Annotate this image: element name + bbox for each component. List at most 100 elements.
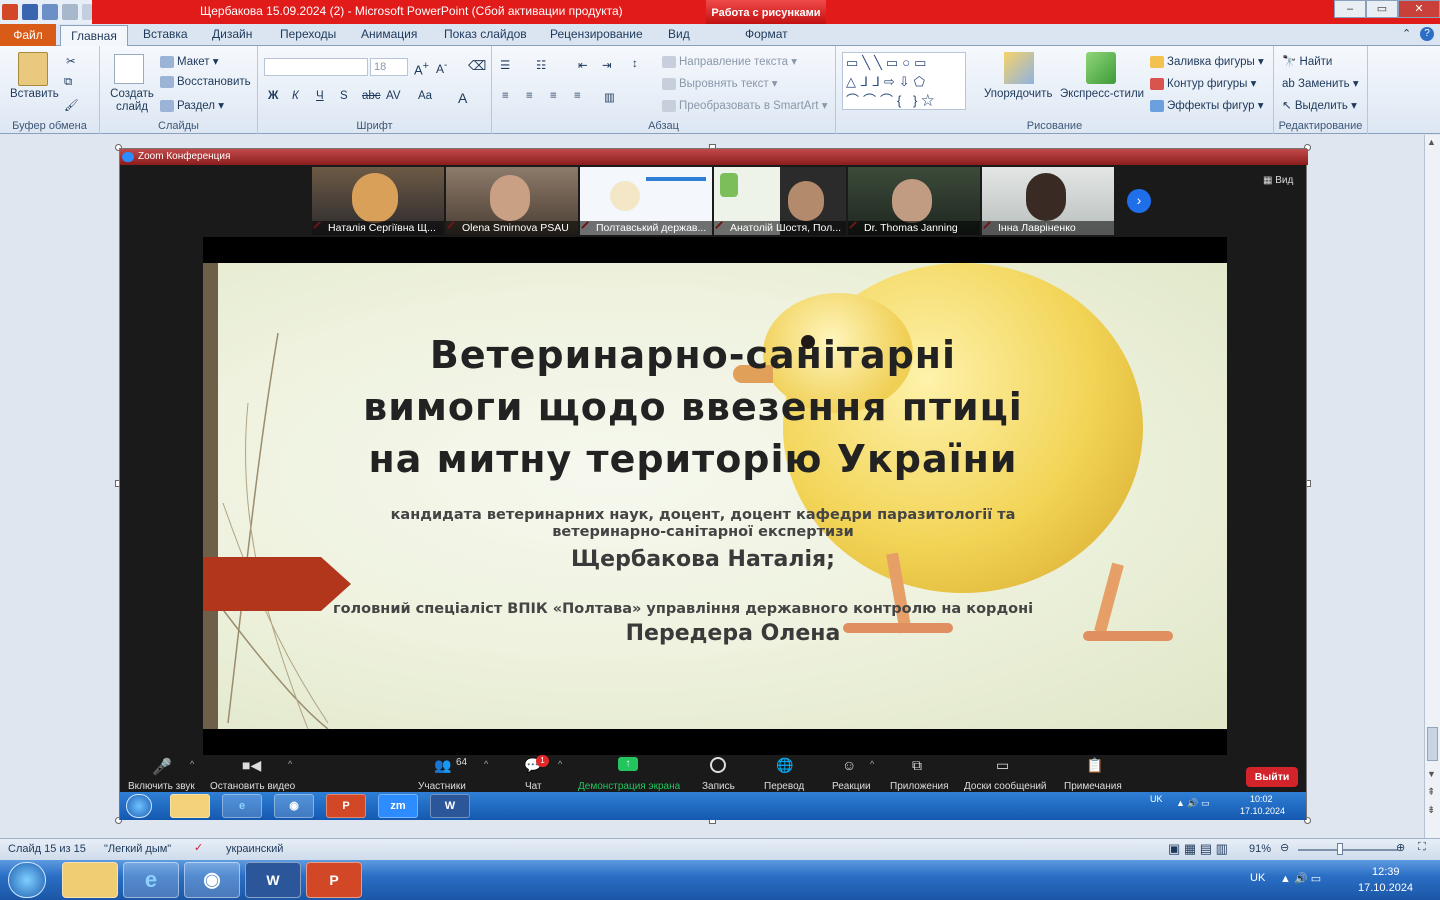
font-size-select[interactable]: 18 (370, 58, 408, 76)
columns-icon[interactable]: ▥ (604, 90, 615, 104)
tab-view[interactable]: Вид (668, 27, 690, 41)
zoom-slider[interactable] (1298, 849, 1398, 851)
participant-tile[interactable]: Полтавський держав... (580, 167, 712, 235)
participant-tile[interactable]: Olena Smirnova PSAU (446, 167, 578, 235)
arrange-button[interactable]: Упорядочить (984, 88, 1052, 100)
shapes-gallery[interactable]: ▭╲╲▭○▭ △ᒧᒧ⇨⇩⬠ ⌒⌒⌒{ }☆ (842, 52, 966, 110)
zoom-in-icon[interactable]: ⊕ (1396, 841, 1405, 854)
apps-icon[interactable]: ⧉ (912, 757, 930, 773)
start-orb-icon[interactable] (126, 794, 152, 818)
translate-globe-icon[interactable]: 🌐 (776, 757, 794, 773)
align-center-icon[interactable]: ≡ (526, 90, 533, 102)
prev-slide-icon[interactable]: ⇞ (1427, 787, 1435, 798)
chat-options-icon[interactable]: ^ (558, 759, 562, 769)
quick-styles-button[interactable]: Экспресс-стили (1060, 88, 1144, 100)
tab-home[interactable]: Главная (60, 25, 128, 47)
internet-explorer-icon[interactable]: e (123, 862, 179, 898)
minimize-button[interactable]: – (1334, 0, 1366, 18)
chrome-icon[interactable]: ◉ (274, 794, 314, 818)
view-button[interactable]: ▦ Вид (1263, 175, 1293, 186)
find-button[interactable]: 🔭 Найти (1282, 54, 1332, 68)
spellcheck-icon[interactable]: ✓ (194, 841, 203, 854)
next-participants-icon[interactable]: › (1127, 189, 1151, 213)
font-color-icon[interactable]: A (458, 90, 467, 106)
redo-icon[interactable] (62, 4, 78, 20)
align-left-icon[interactable]: ≡ (502, 90, 509, 102)
scroll-thumb[interactable] (1427, 727, 1438, 761)
shape-fill-button[interactable]: Заливка фигуры ▾ (1150, 54, 1264, 68)
justify-icon[interactable]: ≡ (574, 90, 581, 102)
file-explorer-icon[interactable] (62, 862, 118, 898)
font-name-select[interactable] (264, 58, 368, 76)
share-screen-button[interactable]: Демонстрация экрана (578, 781, 680, 792)
whiteboard-icon[interactable]: ▭ (996, 757, 1014, 773)
text-direction-button[interactable]: Направление текста ▾ (662, 54, 797, 68)
zoom-out-icon[interactable]: ⊖ (1280, 841, 1289, 854)
maximize-button[interactable]: ▭ (1366, 0, 1398, 18)
shape-effects-button[interactable]: Эффекты фигур ▾ (1150, 98, 1264, 112)
zoom-slider-thumb[interactable] (1337, 843, 1343, 855)
grow-font-icon[interactable]: A+ (414, 60, 429, 77)
tab-animation[interactable]: Анимация (361, 27, 417, 41)
word-taskbar-icon[interactable]: W (430, 794, 470, 818)
video-options-icon[interactable]: ^ (288, 759, 292, 769)
chat-button[interactable]: Чат (525, 781, 542, 792)
close-button[interactable]: ✕ (1398, 0, 1440, 18)
record-button[interactable]: Запись (702, 781, 735, 792)
scroll-down-icon[interactable]: ▼ (1427, 769, 1436, 779)
increase-indent-icon[interactable]: ⇥ (602, 58, 612, 72)
powerpoint-icon[interactable] (2, 4, 18, 20)
powerpoint-taskbar-icon[interactable]: P (326, 794, 366, 818)
translate-button[interactable]: Перевод (764, 781, 804, 792)
copy-icon[interactable]: ⧉ (64, 76, 72, 89)
tab-transitions[interactable]: Переходы (280, 27, 336, 41)
participant-tile[interactable]: Наталія Сергіївна Щ... (312, 167, 444, 235)
tab-insert[interactable]: Вставка (143, 27, 188, 41)
section-button[interactable]: Раздел ▾ (160, 98, 224, 112)
powerpoint-icon[interactable]: P (306, 862, 362, 898)
italic-icon[interactable]: К (292, 90, 299, 102)
tab-slideshow[interactable]: Показ слайдов (444, 27, 527, 41)
leave-button[interactable]: Выйти (1246, 767, 1298, 787)
underline-icon[interactable]: Ч (316, 90, 324, 102)
inner-tray-icons[interactable]: ▲ 🔊 ▭ (1176, 798, 1210, 809)
select-button[interactable]: ↖ Выделить ▾ (1282, 98, 1357, 112)
layout-button[interactable]: Макет ▾ (160, 54, 219, 68)
bold-icon[interactable]: Ж (268, 90, 278, 102)
view-buttons[interactable]: ▣ ▦ ▤ ▥ (1168, 841, 1228, 857)
paste-icon[interactable] (18, 52, 48, 86)
help-icon[interactable]: ? (1420, 27, 1434, 41)
align-text-button[interactable]: Выровнять текст ▾ (662, 76, 778, 90)
participants-options-icon[interactable]: ^ (484, 759, 488, 769)
notes-button[interactable]: Примечания (1064, 781, 1122, 792)
format-painter-icon[interactable]: 🖌 (64, 98, 79, 112)
reactions-options-icon[interactable]: ^ (870, 759, 874, 769)
muted-mic-icon[interactable]: 🎤 (152, 757, 172, 776)
collapse-ribbon-icon[interactable]: ⌃ (1402, 27, 1411, 40)
theme-name[interactable]: "Легкий дым" (104, 843, 171, 855)
new-slide-icon[interactable] (114, 54, 144, 84)
shadow-icon[interactable]: S (340, 90, 348, 102)
video-camera-icon[interactable]: ■◀ (242, 757, 261, 773)
apps-button[interactable]: Приложения (890, 781, 949, 792)
notes-icon[interactable]: 📋 (1086, 757, 1104, 773)
tab-format[interactable]: Формат (745, 27, 788, 41)
stop-video-button[interactable]: Остановить видео (210, 781, 295, 792)
numbering-icon[interactable]: ☷ (536, 58, 546, 72)
tab-design[interactable]: Дизайн (212, 27, 252, 41)
tab-file[interactable]: Файл (0, 24, 56, 46)
reactions-button[interactable]: Реакции (832, 781, 871, 792)
line-spacing-icon[interactable]: ↕ (632, 58, 638, 70)
quick-styles-icon[interactable] (1086, 52, 1116, 84)
arrange-icon[interactable] (1004, 52, 1034, 84)
zoom-screenshot-picture[interactable]: Zoom Конференция Наталія Сергіївна Щ... … (119, 148, 1308, 820)
save-icon[interactable] (22, 4, 38, 20)
audio-options-icon[interactable]: ^ (190, 759, 194, 769)
strikethrough-icon[interactable]: abc (362, 90, 381, 102)
replace-button[interactable]: ab Заменить ▾ (1282, 76, 1359, 90)
bullets-icon[interactable]: ☰ (500, 58, 510, 72)
participant-tile[interactable]: Dr. Thomas Janning (848, 167, 980, 235)
record-icon[interactable] (710, 757, 726, 773)
language-indicator[interactable]: украинский (226, 843, 283, 855)
share-screen-icon[interactable]: ↑ (618, 757, 638, 771)
